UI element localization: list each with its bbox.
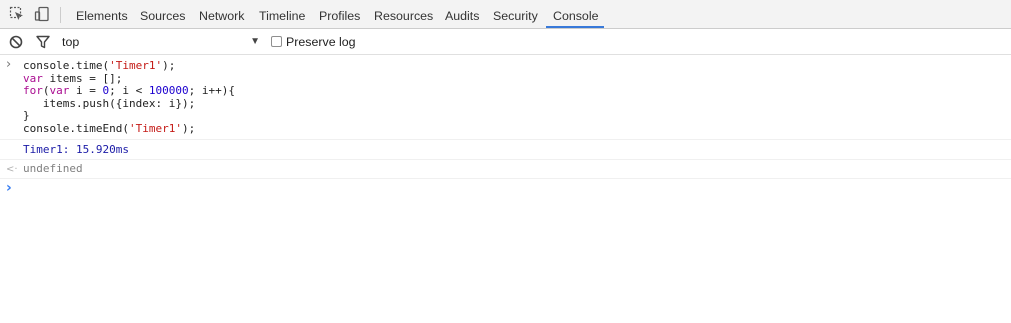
code-line: for(var i = 0; i < 100000; i++){ [23, 84, 235, 97]
prompt-caret-icon: › [6, 180, 12, 196]
code-line: var items = []; [23, 72, 122, 85]
devtools-tabbar: Elements Sources Network Timeline Profil… [0, 0, 1011, 29]
tab-console[interactable]: Console [553, 0, 598, 28]
tab-profiles[interactable]: Profiles [319, 0, 360, 28]
console-result-entry: <· undefined [0, 160, 1011, 179]
tab-sources[interactable]: Sources [140, 0, 185, 28]
execution-context-value: top [62, 35, 80, 49]
console-log-message: Timer1: 15.920ms [0, 140, 1011, 160]
code-token: } [23, 109, 30, 123]
code-token: console.time( [23, 59, 110, 72]
code-token: console.timeEnd( [23, 121, 129, 135]
code-token: items = []; [42, 71, 123, 85]
code-line: console.timeEnd('Timer1'); [23, 122, 195, 135]
code-token: i = [69, 84, 103, 98]
clear-console-icon[interactable] [8, 34, 24, 50]
code-token: ; i++){ [188, 84, 235, 98]
code-token: var [23, 71, 43, 85]
result-arrow-icon: <· [6, 164, 18, 175]
code-line: items.push({index: i}); [23, 97, 195, 110]
code-token: 100000 [148, 84, 189, 98]
tab-elements[interactable]: Elements [76, 0, 128, 28]
code-line: } [23, 109, 30, 123]
code-token: 'Timer1' [128, 121, 182, 135]
code-token: 'Timer1' [109, 59, 163, 72]
console-log-text: Timer1: 15.920ms [23, 143, 129, 156]
console-input-entry: › console.time('Timer1'); var items = []… [0, 56, 1011, 140]
code-token: for [23, 84, 43, 98]
console-result-value: undefined [23, 162, 83, 175]
code-token: var [49, 84, 70, 98]
code-token: ; i < [109, 84, 149, 98]
device-mode-icon[interactable] [34, 6, 50, 22]
active-tab-indicator [546, 26, 604, 28]
tab-security[interactable]: Security [493, 0, 538, 28]
tab-network[interactable]: Network [199, 0, 244, 28]
tab-resources[interactable]: Resources [374, 0, 433, 28]
code-token: ); [181, 121, 196, 135]
code-token: items.push({index: i}); [23, 96, 196, 110]
toolbar-divider [60, 7, 61, 23]
console-input-code: console.time('Timer1'); var items = []; … [23, 59, 235, 136]
inspect-element-icon[interactable] [9, 6, 25, 22]
console-toolbar: top ▼ Preserve log [0, 29, 1011, 55]
code-line: console.time('Timer1'); [23, 59, 175, 72]
preserve-log-label[interactable]: Preserve log [286, 29, 356, 55]
preserve-log-checkbox[interactable] [271, 36, 282, 47]
console-prompt[interactable]: › [0, 179, 1011, 199]
filter-icon[interactable] [35, 34, 51, 50]
execution-context-select[interactable]: top ▼ [58, 29, 260, 54]
input-caret-icon: › [6, 57, 12, 72]
code-token: ( [42, 84, 50, 98]
code-token: ); [162, 59, 176, 72]
dropdown-arrow-icon: ▼ [250, 36, 260, 47]
tab-timeline[interactable]: Timeline [259, 0, 305, 28]
tab-audits[interactable]: Audits [445, 0, 479, 28]
